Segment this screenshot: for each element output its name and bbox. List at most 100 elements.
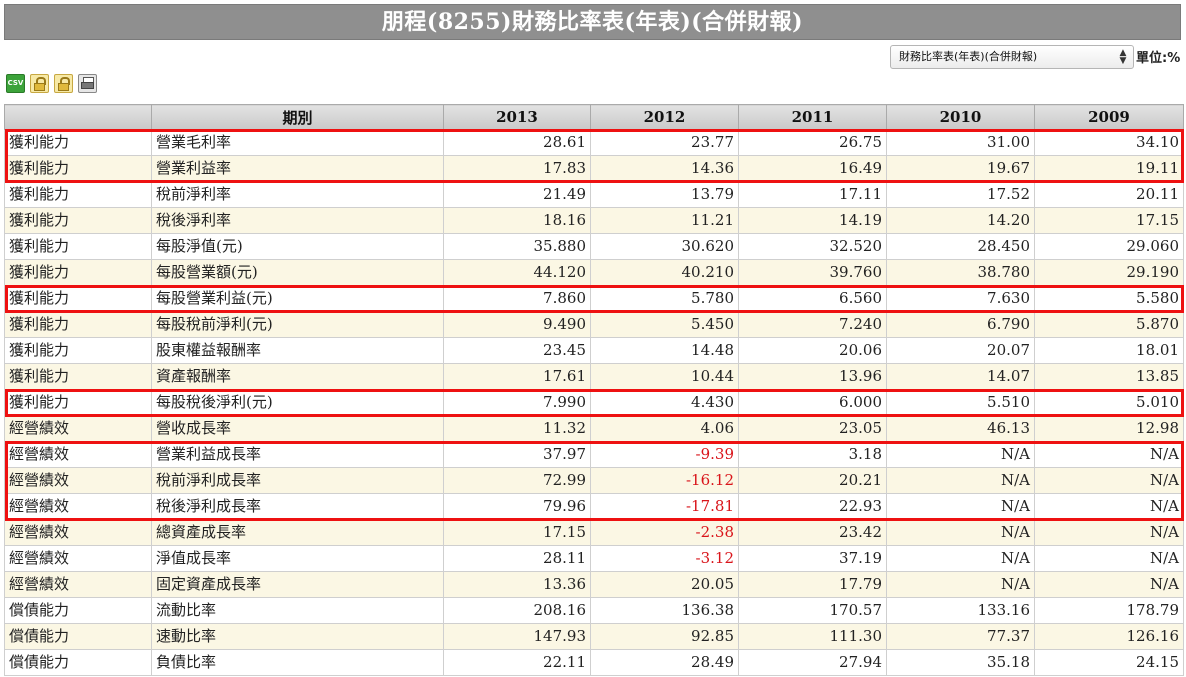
table-header-row: 期別 2013 2012 2011 2010 2009 [4, 104, 1184, 130]
row-category: 獲利能力 [4, 363, 152, 390]
row-value-cell: 31.00 [886, 129, 1035, 156]
table-row: 獲利能力 資產報酬率 17.61 10.44 13.96 14.07 13.85 [4, 363, 1184, 390]
row-value-cell: 22.93 [738, 493, 887, 520]
row-category: 獲利能力 [4, 233, 152, 260]
table-row: 獲利能力 營業毛利率 28.61 23.77 26.75 31.00 34.10 [4, 129, 1184, 156]
header-year-2012: 2012 [590, 104, 739, 130]
row-item-name: 營業毛利率 [151, 129, 444, 156]
row-value-cell: 136.38 [590, 597, 739, 624]
row-value-cell: 12.98 [1034, 415, 1184, 442]
row-value-cell: 5.780 [590, 285, 739, 312]
row-item-name: 負債比率 [151, 649, 444, 676]
row-value-cell: 9.490 [443, 311, 591, 338]
row-value-cell: 37.19 [738, 545, 887, 572]
row-value-cell: 14.48 [590, 337, 739, 364]
row-value-cell: 24.15 [1034, 649, 1184, 676]
table-row: 經營績效 稅後淨利成長率 79.96 -17.81 22.93 N/A N/A [4, 493, 1184, 520]
row-value-cell: N/A [1034, 493, 1184, 520]
table-row: 獲利能力 稅後淨利率 18.16 11.21 14.19 14.20 17.15 [4, 207, 1184, 234]
row-value-cell: 7.240 [738, 311, 887, 338]
row-category: 經營績效 [4, 493, 152, 520]
row-value-cell: 126.16 [1034, 623, 1184, 650]
row-category: 獲利能力 [4, 259, 152, 286]
financial-ratio-table: 期別 2013 2012 2011 2010 2009 獲利能力 營業毛利率 28.… [4, 104, 1184, 676]
header-year-2013: 2013 [443, 104, 591, 130]
lock-icon-2[interactable] [54, 74, 73, 93]
report-type-select[interactable]: 財務比率表(年表)(合併財報) ▲ ▼ [890, 45, 1134, 69]
print-icon[interactable] [78, 74, 97, 93]
row-value-cell: 17.11 [738, 181, 887, 208]
row-item-name: 股東權益報酬率 [151, 337, 444, 364]
row-value-cell: 17.83 [443, 155, 591, 182]
row-value-cell: 72.99 [443, 467, 591, 494]
row-item-name: 總資產成長率 [151, 519, 444, 546]
row-value-cell: 17.79 [738, 571, 887, 598]
row-value-cell: 111.30 [738, 623, 887, 650]
row-value-cell: N/A [886, 493, 1035, 520]
row-value-cell: 18.16 [443, 207, 591, 234]
row-value-cell: 6.790 [886, 311, 1035, 338]
table-row: 獲利能力 每股營業利益(元) 7.860 5.780 6.560 7.630 5.580 [4, 285, 1184, 312]
row-item-name: 稅前淨利率 [151, 181, 444, 208]
row-value-cell: 16.49 [738, 155, 887, 182]
row-value-cell: N/A [1034, 441, 1184, 468]
row-value-cell: 170.57 [738, 597, 887, 624]
row-item-name: 每股營業利益(元) [151, 285, 444, 312]
row-value-cell: 23.42 [738, 519, 887, 546]
row-value-cell: 4.06 [590, 415, 739, 442]
table-row: 償債能力 流動比率 208.16 136.38 170.57 133.16 178.79 [4, 597, 1184, 624]
ratio-table-container: 期別 2013 2012 2011 2010 2009 獲利能力 營業毛利率 28.… [4, 104, 1184, 676]
row-category: 獲利能力 [4, 389, 152, 416]
table-row: 獲利能力 稅前淨利率 21.49 13.79 17.11 17.52 20.11 [4, 181, 1184, 208]
row-value-cell: N/A [1034, 519, 1184, 546]
row-value-cell: 14.07 [886, 363, 1035, 390]
table-row: 獲利能力 營業利益率 17.83 14.36 16.49 19.67 19.11 [4, 155, 1184, 182]
row-item-name: 資產報酬率 [151, 363, 444, 390]
row-value-cell: 208.16 [443, 597, 591, 624]
row-value-cell: 7.860 [443, 285, 591, 312]
row-category: 獲利能力 [4, 311, 152, 338]
row-value-cell: 19.67 [886, 155, 1035, 182]
header-period: 期別 [151, 104, 444, 130]
row-value-cell: 46.13 [886, 415, 1035, 442]
row-value-cell: 5.510 [886, 389, 1035, 416]
row-value-cell: 44.120 [443, 259, 591, 286]
row-item-name: 每股淨值(元) [151, 233, 444, 260]
row-value-cell: 28.61 [443, 129, 591, 156]
table-row: 經營績效 營業利益成長率 37.97 -9.39 3.18 N/A N/A [4, 441, 1184, 468]
row-value-cell: 20.21 [738, 467, 887, 494]
row-value-cell: 5.450 [590, 311, 739, 338]
row-value-cell: 11.32 [443, 415, 591, 442]
row-value-cell: 14.36 [590, 155, 739, 182]
header-category [4, 104, 152, 130]
row-value-cell: 3.18 [738, 441, 887, 468]
row-value-cell: 29.190 [1034, 259, 1184, 286]
row-category: 獲利能力 [4, 285, 152, 312]
lock-icon[interactable] [30, 74, 49, 93]
row-value-cell: 19.11 [1034, 155, 1184, 182]
table-row: 獲利能力 每股營業額(元) 44.120 40.210 39.760 38.780 29.1… [4, 259, 1184, 286]
table-row: 經營績效 稅前淨利成長率 72.99 -16.12 20.21 N/A N/A [4, 467, 1184, 494]
row-value-cell: 4.430 [590, 389, 739, 416]
row-value-cell: 14.19 [738, 207, 887, 234]
row-item-name: 速動比率 [151, 623, 444, 650]
row-value-cell: 35.880 [443, 233, 591, 260]
row-value-cell: 5.580 [1034, 285, 1184, 312]
row-value-cell: 23.77 [590, 129, 739, 156]
row-category: 經營績效 [4, 467, 152, 494]
row-item-name: 每股營業額(元) [151, 259, 444, 286]
header-year-2009: 2009 [1034, 104, 1184, 130]
row-value-cell: -17.81 [590, 493, 739, 520]
row-value-cell: 13.36 [443, 571, 591, 598]
row-value-cell: 27.94 [738, 649, 887, 676]
row-value-cell: 29.060 [1034, 233, 1184, 260]
row-value-cell: 5.010 [1034, 389, 1184, 416]
row-category: 獲利能力 [4, 129, 152, 156]
csv-export-icon[interactable]: CSV [6, 74, 25, 93]
row-value-cell: 77.37 [886, 623, 1035, 650]
row-value-cell: 17.15 [443, 519, 591, 546]
row-item-name: 營收成長率 [151, 415, 444, 442]
select-updown-icon: ▲ ▼ [1119, 48, 1127, 66]
row-item-name: 稅後淨利率 [151, 207, 444, 234]
row-value-cell: N/A [886, 441, 1035, 468]
